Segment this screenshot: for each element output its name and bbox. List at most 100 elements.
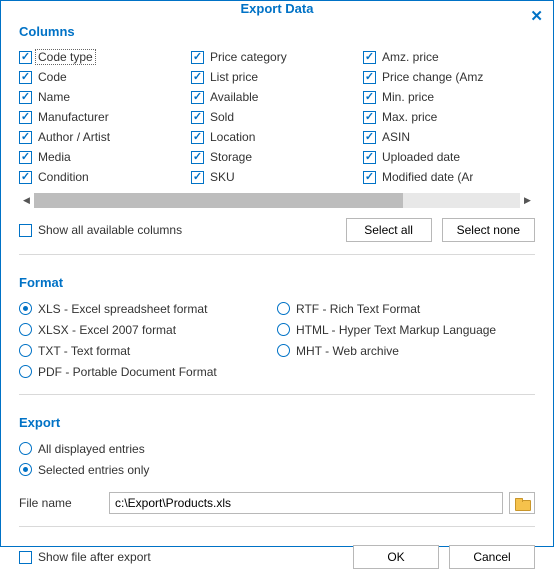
format-grid: XLS - Excel spreadsheet format XLSX - Exc… [19,298,535,382]
column-checkbox[interactable]: Max. price [363,107,535,127]
radio-icon [19,344,32,357]
close-icon[interactable]: ✕ [530,7,543,25]
checkbox-icon [363,131,376,144]
column-checkbox[interactable]: Available [191,87,363,107]
select-all-button[interactable]: Select all [346,218,432,242]
column-checkbox[interactable]: ASIN [363,127,535,147]
checkbox-icon [191,91,204,104]
checkbox-icon [19,151,32,164]
checkbox-label: Location [210,130,255,144]
format-radio[interactable]: RTF - Rich Text Format [277,298,535,319]
column-checkbox[interactable]: Modified date (Ar [363,167,535,187]
checkbox-icon [19,91,32,104]
show-all-columns-checkbox[interactable]: Show all available columns [19,220,182,240]
divider [19,254,535,255]
export-scope-radio[interactable]: Selected entries only [19,459,535,480]
columns-grid: Code type Code Name Manufacturer Author / Ar… [19,47,535,187]
checkbox-label: Uploaded date [382,150,460,164]
checkbox-label: ASIN [382,130,410,144]
radio-icon [277,302,290,315]
radio-icon [277,344,290,357]
column-checkbox[interactable]: Amz. price [363,47,535,67]
checkbox-label: Price change (Amz [382,70,483,84]
checkbox-icon [19,111,32,124]
column-checkbox[interactable]: Storage [191,147,363,167]
radio-icon [19,365,32,378]
checkbox-icon [19,51,32,64]
radio-icon [277,323,290,336]
column-checkbox[interactable]: SKU [191,167,363,187]
radio-icon [19,302,32,315]
cancel-button[interactable]: Cancel [449,545,535,569]
column-checkbox[interactable]: Condition [19,167,191,187]
checkbox-icon [191,111,204,124]
format-header: Format [19,275,535,290]
column-checkbox[interactable]: Code type [19,47,191,67]
radio-icon [19,323,32,336]
radio-label: Selected entries only [38,463,149,477]
checkbox-icon [363,111,376,124]
checkbox-label: Author / Artist [38,130,110,144]
export-scope-radio[interactable]: All displayed entries [19,438,535,459]
checkbox-icon [363,171,376,184]
column-checkbox[interactable]: Price change (Amz [363,67,535,87]
radio-label: XLSX - Excel 2007 format [38,323,176,337]
scroll-track[interactable] [34,193,520,208]
checkbox-icon [191,51,204,64]
column-checkbox[interactable]: Manufacturer [19,107,191,127]
format-radio[interactable]: HTML - Hyper Text Markup Language [277,319,535,340]
scroll-right-icon[interactable]: ▶ [520,193,535,208]
checkbox-icon [363,91,376,104]
format-radio[interactable]: TXT - Text format [19,340,277,361]
format-radio[interactable]: MHT - Web archive [277,340,535,361]
radio-label: MHT - Web archive [296,344,399,358]
column-checkbox[interactable]: List price [191,67,363,87]
checkbox-label: Sold [210,110,234,124]
browse-button[interactable] [509,492,535,514]
checkbox-label: Manufacturer [38,110,109,124]
checkbox-icon [363,51,376,64]
folder-icon [515,498,529,509]
dialog-title: Export Data [241,1,314,16]
select-none-button[interactable]: Select none [442,218,535,242]
columns-header: Columns [19,24,535,39]
scroll-thumb[interactable] [34,193,403,208]
radio-label: RTF - Rich Text Format [296,302,420,316]
checkbox-label: Name [38,90,70,104]
filename-input[interactable] [109,492,503,514]
column-checkbox[interactable]: Name [19,87,191,107]
show-all-columns-label: Show all available columns [38,223,182,237]
checkbox-icon [19,171,32,184]
checkbox-label: List price [210,70,258,84]
checkbox-icon [363,151,376,164]
ok-button[interactable]: OK [353,545,439,569]
radio-label: HTML - Hyper Text Markup Language [296,323,496,337]
columns-scrollbar[interactable]: ◀ ▶ [19,193,535,208]
radio-icon [19,442,32,455]
checkbox-label: Code type [36,50,95,64]
column-checkbox[interactable]: Min. price [363,87,535,107]
column-checkbox[interactable]: Location [191,127,363,147]
checkbox-icon [191,171,204,184]
format-radio[interactable]: PDF - Portable Document Format [19,361,277,382]
radio-label: XLS - Excel spreadsheet format [38,302,207,316]
filename-label: File name [19,496,109,510]
column-checkbox[interactable]: Uploaded date [363,147,535,167]
format-radio[interactable]: XLSX - Excel 2007 format [19,319,277,340]
checkbox-label: Modified date (Ar [382,170,473,184]
column-checkbox[interactable]: Author / Artist [19,127,191,147]
checkbox-icon [19,71,32,84]
show-after-export-checkbox[interactable]: Show file after export [19,547,151,567]
radio-icon [19,463,32,476]
column-checkbox[interactable]: Media [19,147,191,167]
export-header: Export [19,415,535,430]
column-checkbox[interactable]: Price category [191,47,363,67]
checkbox-icon [363,71,376,84]
checkbox-label: SKU [210,170,235,184]
radio-label: PDF - Portable Document Format [38,365,217,379]
column-checkbox[interactable]: Code [19,67,191,87]
column-checkbox[interactable]: Sold [191,107,363,127]
scroll-left-icon[interactable]: ◀ [19,193,34,208]
format-radio[interactable]: XLS - Excel spreadsheet format [19,298,277,319]
titlebar: Export Data ✕ [1,1,553,16]
